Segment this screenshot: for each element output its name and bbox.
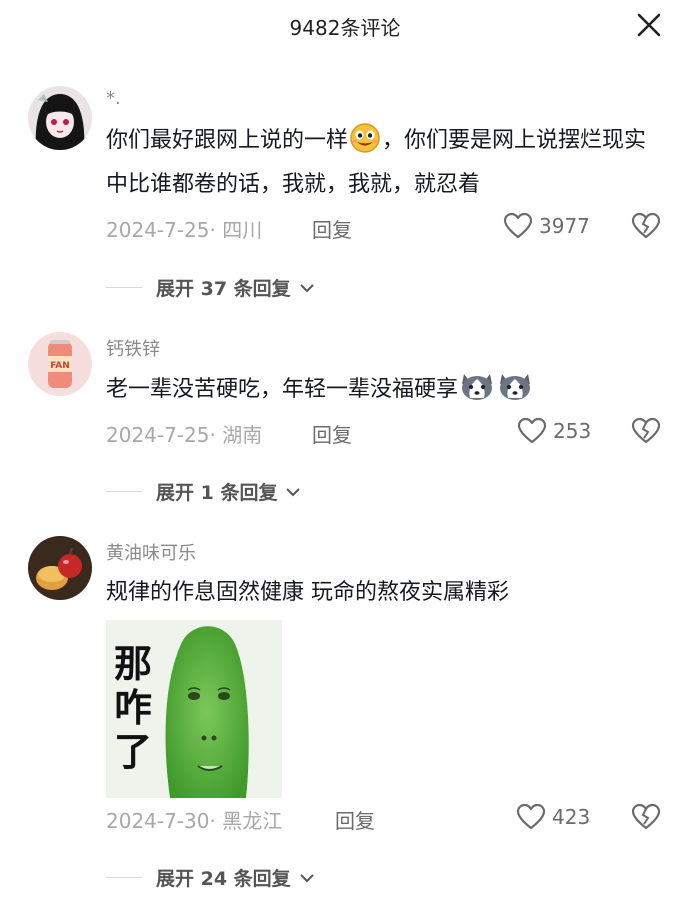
chevron-down-icon — [299, 873, 314, 882]
grin-emoji-icon — [348, 123, 382, 166]
avatar[interactable] — [28, 536, 92, 600]
divider-line — [106, 491, 142, 492]
comment-location: · 黑龙江 — [209, 809, 283, 833]
comment-meta: 2024-7-25· 湖南 — [106, 419, 262, 448]
close-icon[interactable] — [636, 12, 662, 38]
avatar[interactable]: FAN — [28, 332, 92, 396]
comment-text: 规律的作息固然健康 玩命的熬夜实属精彩 — [106, 574, 664, 612]
username[interactable]: *. — [106, 88, 121, 109]
like-count: 423 — [552, 805, 591, 829]
reply-button[interactable]: 回复 — [335, 805, 375, 834]
heart-icon — [517, 417, 547, 444]
username[interactable]: 钙铁锌 — [106, 335, 160, 361]
sticker-caption: 那咋了 — [114, 642, 153, 774]
comment-date: 2024-7-25 — [106, 423, 210, 447]
avatar[interactable] — [28, 86, 92, 150]
comment-text: 你们最好跟网上说的一样 ，你们要是网上说摆烂现实中比谁都卷的话，我就，我就，就忍着 — [106, 122, 664, 204]
comment-text: 老一辈没苦硬吃，年轻一辈没福硬享 — [106, 370, 664, 415]
divider-line — [106, 877, 142, 878]
broken-heart-icon[interactable] — [631, 212, 661, 242]
comments-header: 9482条评论 — [0, 0, 690, 52]
comment-meta: 2024-7-30· 黑龙江 — [106, 805, 282, 834]
svg-text:FAN: FAN — [50, 361, 70, 371]
like-button[interactable]: 3977 — [503, 212, 590, 240]
expand-replies-label: 展开 1 条回复 — [156, 482, 278, 504]
comment-location: · 湖南 — [209, 423, 263, 447]
heart-icon — [503, 212, 533, 239]
expand-replies-button[interactable]: 展开 24 条回复 — [106, 864, 315, 891]
heart-icon — [516, 803, 546, 830]
expand-replies-button[interactable]: 展开 37 条回复 — [106, 274, 315, 301]
like-count: 3977 — [539, 214, 590, 238]
comment-count-title: 9482条评论 — [289, 16, 401, 40]
comment-date: 2024-7-25 — [106, 218, 210, 242]
expand-replies-label: 展开 37 条回复 — [156, 278, 291, 300]
expand-replies-button[interactable]: 展开 1 条回复 — [106, 478, 301, 505]
comment-text-part: 你们最好跟网上说的一样 — [106, 128, 349, 153]
divider-line — [106, 287, 142, 288]
broken-heart-icon[interactable] — [631, 417, 661, 447]
expand-replies-label: 展开 24 条回复 — [156, 868, 291, 890]
comment-text-part: 老一辈没苦硬吃，年轻一辈没福硬享 — [106, 377, 459, 402]
chevron-down-icon — [299, 283, 314, 292]
like-button[interactable]: 423 — [516, 803, 590, 831]
reply-button[interactable]: 回复 — [312, 214, 352, 243]
husky-emoji-icon — [458, 370, 496, 415]
comment-meta: 2024-7-25· 四川 — [106, 214, 262, 243]
like-count: 253 — [553, 419, 592, 443]
username[interactable]: 黄油味可乐 — [106, 539, 196, 565]
meme-sticker-image[interactable]: 那咋了 — [106, 620, 282, 798]
chevron-down-icon — [286, 487, 301, 496]
husky-emoji-icon — [496, 370, 534, 415]
comment-date: 2024-7-30 — [106, 809, 210, 833]
comment-location: · 四川 — [209, 218, 263, 242]
reply-button[interactable]: 回复 — [312, 419, 352, 448]
comment-text-part: 规律的作息固然健康 玩命的熬夜实属精彩 — [106, 580, 509, 605]
like-button[interactable]: 253 — [517, 417, 591, 445]
broken-heart-icon[interactable] — [631, 803, 661, 833]
